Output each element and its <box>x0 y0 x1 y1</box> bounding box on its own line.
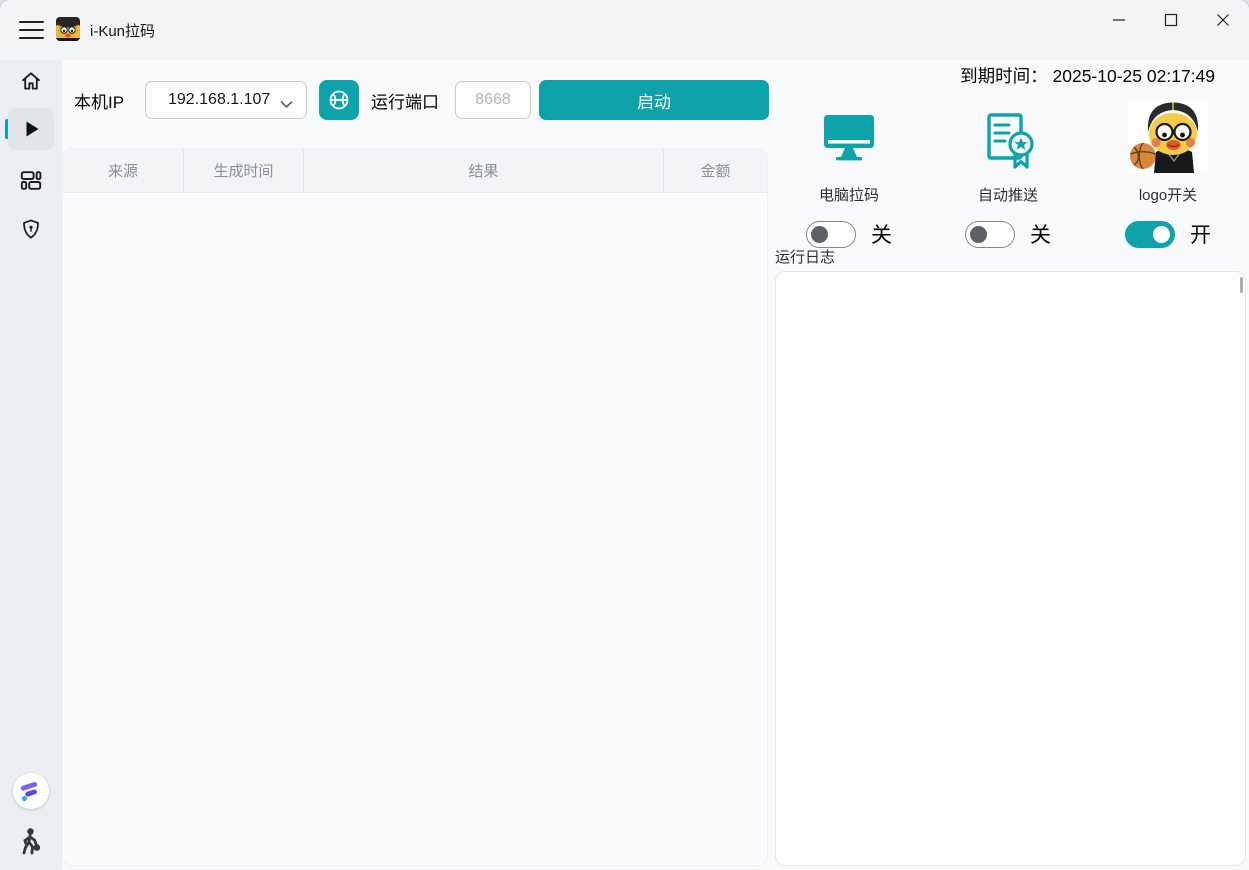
play-icon <box>19 117 43 141</box>
feature-label: logo开关 <box>1139 184 1197 205</box>
sidebar-item-home[interactable] <box>8 60 54 102</box>
monitor-icon <box>816 99 882 173</box>
scrollbar-thumb[interactable] <box>1240 277 1243 293</box>
port-label: 运行端口 <box>371 80 439 120</box>
column-header-time: 生成时间 <box>183 149 303 192</box>
flet-logo-icon <box>13 773 49 809</box>
minimize-button[interactable] <box>1093 0 1145 40</box>
basketball-icon <box>327 88 351 112</box>
port-input[interactable] <box>455 81 531 119</box>
auto-push-toggle-state: 关 <box>1030 219 1051 249</box>
sidebar-item-run[interactable] <box>8 108 54 150</box>
local-ip-label: 本机IP <box>74 80 124 120</box>
feature-label: 电脑拉码 <box>819 184 879 205</box>
pc-code-toggle[interactable] <box>806 221 856 248</box>
app-logo-icon <box>56 17 80 41</box>
ip-dropdown-value: 192.168.1.107 <box>168 91 270 109</box>
expire-time-value: 2025-10-25 02:17:49 <box>1053 66 1216 86</box>
run-log-area[interactable] <box>775 271 1246 866</box>
window-title: i-Kun拉码 <box>90 0 155 60</box>
logo-switch-toggle-state: 开 <box>1190 219 1211 249</box>
feature-pc-code: 电脑拉码 关 <box>774 99 924 249</box>
feature-auto-push: 自动推送 关 <box>933 99 1083 249</box>
shield-icon <box>19 217 43 241</box>
hamburger-menu-icon[interactable] <box>16 14 46 46</box>
start-button[interactable]: 启动 <box>539 80 769 120</box>
table-header-row: 来源 生成时间 结果 金额 <box>63 149 767 193</box>
logo-switch-toggle[interactable] <box>1125 221 1175 248</box>
titlebar: i-Kun拉码 <box>0 0 1249 60</box>
sidebar-item-flet[interactable] <box>0 773 62 809</box>
home-icon <box>19 69 43 93</box>
basketball-button[interactable] <box>319 80 359 120</box>
basketball-player-icon <box>17 827 45 855</box>
chevron-down-icon <box>280 96 293 114</box>
auto-push-toggle[interactable] <box>965 221 1015 248</box>
sidebar-item-player[interactable] <box>0 827 62 855</box>
sidebar-item-security[interactable] <box>8 208 54 250</box>
column-header-amount: 金额 <box>663 149 767 192</box>
ip-dropdown[interactable]: 192.168.1.107 <box>145 81 307 119</box>
column-header-result: 结果 <box>303 149 663 192</box>
pc-code-toggle-state: 关 <box>871 219 892 249</box>
sidebar-item-apps[interactable] <box>8 159 54 201</box>
expire-time: 到期时间： 2025-10-25 02:17:49 <box>960 63 1215 88</box>
feature-label: 自动推送 <box>978 184 1038 205</box>
run-log-label: 运行日志 <box>775 246 835 267</box>
maximize-button[interactable] <box>1145 0 1197 40</box>
results-table: 来源 生成时间 结果 金额 <box>62 148 768 866</box>
column-header-source: 来源 <box>63 149 183 192</box>
sidebar <box>0 60 62 870</box>
window-controls <box>1093 0 1249 40</box>
close-button[interactable] <box>1197 0 1249 40</box>
expire-time-label: 到期时间： <box>960 66 1048 86</box>
apps-grid-icon <box>19 168 43 192</box>
app-window: i-Kun拉码 <box>0 0 1249 870</box>
ikun-avatar <box>1128 99 1208 173</box>
feature-logo-switch: logo开关 开 <box>1093 99 1243 249</box>
certificate-icon <box>977 99 1039 173</box>
